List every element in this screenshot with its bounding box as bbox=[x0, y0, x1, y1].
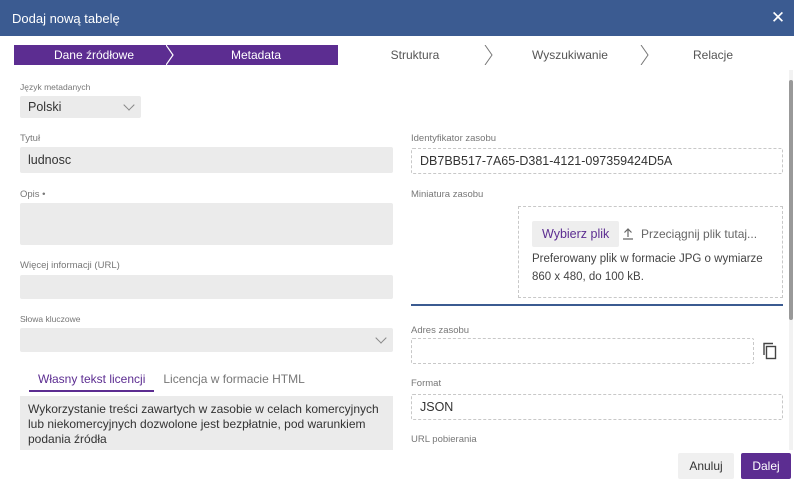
tab-html-license[interactable]: Licencja w formacie HTML bbox=[154, 368, 313, 392]
step-label: Wyszukiwanie bbox=[532, 48, 608, 62]
step-separator-icon bbox=[484, 45, 493, 65]
format-label: Format bbox=[411, 378, 442, 389]
step-label: Dane źródłowe bbox=[53, 48, 135, 62]
chevron-down-icon bbox=[375, 332, 387, 344]
close-icon[interactable]: ✕ bbox=[768, 7, 788, 29]
license-tabs: Własny tekst licencji Licencja w formaci… bbox=[29, 368, 314, 392]
step-search[interactable]: Wyszukiwanie bbox=[492, 45, 649, 65]
drag-here-link[interactable]: Przeciągnij plik tutaj... bbox=[621, 227, 757, 241]
title-input[interactable]: ludnosc bbox=[20, 147, 393, 173]
step-label: Struktura bbox=[390, 48, 440, 62]
resource-id-field[interactable]: DB7BB517-7A65-D381-4121-097359424D5A bbox=[411, 148, 783, 174]
tab-custom-license[interactable]: Własny tekst licencji bbox=[29, 368, 155, 392]
choose-file-button[interactable]: Wybierz plik bbox=[532, 221, 620, 247]
next-button[interactable]: Dalej bbox=[741, 453, 791, 479]
license-text: Wykorzystanie treści zawartych w zasobie… bbox=[28, 402, 379, 446]
step-label: Metadata bbox=[230, 48, 282, 62]
step-structure[interactable]: Struktura bbox=[338, 45, 493, 65]
license-textarea[interactable]: Wykorzystanie treści zawartych w zasobie… bbox=[20, 396, 393, 450]
step-label: Relacje bbox=[692, 48, 734, 62]
keywords-select[interactable] bbox=[20, 328, 393, 352]
upload-icon bbox=[623, 228, 633, 240]
desc-label: Opis • bbox=[20, 189, 46, 200]
more-info-label: Więcej informacji (URL) bbox=[20, 260, 120, 271]
step-separator-icon bbox=[330, 45, 337, 65]
thumbnail-preview bbox=[411, 206, 516, 262]
chevron-down-icon bbox=[123, 99, 135, 111]
thumb-label: Miniatura zasobu bbox=[411, 189, 484, 200]
title-value: ludnosc bbox=[28, 153, 72, 167]
title-label: Tytuł bbox=[20, 133, 41, 144]
lang-label: Język metadanych bbox=[20, 82, 91, 92]
desc-textarea[interactable] bbox=[20, 203, 393, 245]
dialog-titlebar: Dodaj nową tabelę ✕ bbox=[0, 0, 794, 36]
step-separator-icon bbox=[640, 45, 649, 65]
step-source-data[interactable]: Dane źródłowe bbox=[14, 45, 174, 65]
step-separator-icon bbox=[166, 45, 174, 65]
thumb-hint: Preferowany plik w formacie JPG o wymiar… bbox=[532, 253, 763, 283]
dialog-title: Dodaj nową tabelę bbox=[12, 10, 120, 26]
scrollbar[interactable] bbox=[789, 70, 793, 450]
resource-id-value: DB7BB517-7A65-D381-4121-097359424D5A bbox=[420, 154, 673, 168]
address-input[interactable] bbox=[411, 338, 754, 364]
address-label: Adres zasobu bbox=[411, 325, 470, 336]
format-value: JSON bbox=[420, 400, 454, 414]
divider bbox=[411, 304, 783, 306]
more-info-input[interactable] bbox=[20, 275, 393, 299]
download-url-label: URL pobierania bbox=[411, 434, 477, 445]
format-field[interactable]: JSON bbox=[411, 394, 783, 420]
copy-icon[interactable] bbox=[762, 342, 778, 360]
wizard-steps: Dane źródłowe Metadata Struktura Wyszuki… bbox=[14, 45, 778, 65]
step-relations[interactable]: Relacje bbox=[648, 45, 778, 65]
cancel-button[interactable]: Anuluj bbox=[678, 453, 734, 479]
scrollbar-thumb[interactable] bbox=[789, 80, 793, 320]
drag-text: Przeciągnij plik tutaj... bbox=[641, 227, 758, 241]
step-metadata[interactable]: Metadata bbox=[174, 45, 338, 65]
lang-value: Polski bbox=[28, 100, 62, 114]
lang-select[interactable]: Polski bbox=[20, 96, 141, 118]
resource-id-label: Identyfikator zasobu bbox=[411, 133, 497, 144]
keywords-label: Słowa kluczowe bbox=[20, 314, 81, 324]
